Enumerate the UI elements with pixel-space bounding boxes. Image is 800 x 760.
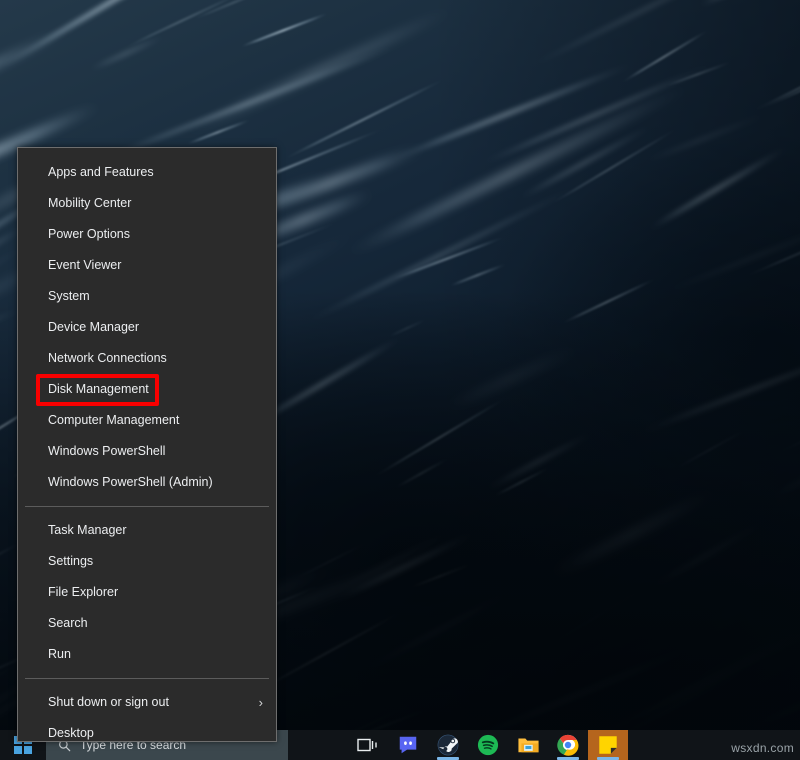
- taskbar-item-steam[interactable]: [428, 730, 468, 760]
- taskbar-item-file-explorer[interactable]: [508, 730, 548, 760]
- menu-item-mobility-center[interactable]: Mobility Center: [18, 188, 276, 219]
- taskbar-item-discord[interactable]: [388, 730, 428, 760]
- menu-item-windows-powershell-admin[interactable]: Windows PowerShell (Admin): [18, 467, 276, 498]
- discord-icon: [397, 734, 419, 756]
- site-watermark: wsxdn.com: [731, 741, 794, 755]
- menu-item-label: Settings: [48, 555, 93, 568]
- menu-item-label: Windows PowerShell (Admin): [48, 476, 213, 489]
- menu-item-search[interactable]: Search: [18, 608, 276, 639]
- menu-item-label: Network Connections: [48, 352, 167, 365]
- sticky-notes-icon: [597, 734, 619, 756]
- menu-item-label: Mobility Center: [48, 197, 131, 210]
- menu-item-label: Device Manager: [48, 321, 139, 334]
- menu-item-network-connections[interactable]: Network Connections: [18, 343, 276, 374]
- menu-item-label: Task Manager: [48, 524, 127, 537]
- steam-icon: [437, 734, 459, 756]
- menu-item-label: Windows PowerShell: [48, 445, 165, 458]
- taskbar-item-spotify[interactable]: [468, 730, 508, 760]
- taskbar-icon-strip: [348, 730, 628, 760]
- menu-item-shut-down-or-sign-out[interactable]: Shut down or sign out ›: [18, 687, 276, 718]
- desktop-screen: Type here to search: [0, 0, 800, 760]
- chrome-icon: [557, 734, 579, 756]
- taskbar-item-sticky-notes[interactable]: [588, 730, 628, 760]
- menu-item-system[interactable]: System: [18, 281, 276, 312]
- menu-item-file-explorer[interactable]: File Explorer: [18, 577, 276, 608]
- menu-item-task-manager[interactable]: Task Manager: [18, 515, 276, 546]
- menu-item-label: System: [48, 290, 90, 303]
- menu-separator-1: [25, 506, 269, 507]
- menu-item-power-options[interactable]: Power Options: [18, 219, 276, 250]
- menu-item-label: Run: [48, 648, 71, 661]
- taskbar-item-chrome[interactable]: [548, 730, 588, 760]
- task-view-icon: [357, 736, 379, 754]
- winx-power-user-menu[interactable]: Apps and Features Mobility Center Power …: [17, 147, 277, 742]
- menu-item-disk-management[interactable]: Disk Management: [18, 374, 276, 405]
- menu-item-settings[interactable]: Settings: [18, 546, 276, 577]
- menu-item-label: File Explorer: [48, 586, 118, 599]
- menu-item-label: Shut down or sign out: [48, 696, 169, 709]
- menu-item-device-manager[interactable]: Device Manager: [18, 312, 276, 343]
- chevron-right-icon: ›: [259, 696, 263, 709]
- file-explorer-icon: [517, 735, 540, 755]
- wallpaper-shadow-right: [432, 0, 800, 760]
- menu-item-label: Disk Management: [48, 383, 149, 396]
- menu-item-label: Power Options: [48, 228, 130, 241]
- menu-item-windows-powershell[interactable]: Windows PowerShell: [18, 436, 276, 467]
- menu-item-event-viewer[interactable]: Event Viewer: [18, 250, 276, 281]
- menu-item-label: Computer Management: [48, 414, 179, 427]
- menu-item-computer-management[interactable]: Computer Management: [18, 405, 276, 436]
- menu-separator-2: [25, 678, 269, 679]
- menu-item-label: Search: [48, 617, 88, 630]
- menu-item-label: Apps and Features: [48, 166, 154, 179]
- taskbar-item-task-view[interactable]: [348, 730, 388, 760]
- menu-item-run[interactable]: Run: [18, 639, 276, 670]
- menu-item-apps-and-features[interactable]: Apps and Features: [18, 157, 276, 188]
- menu-item-label: Desktop: [48, 727, 94, 740]
- menu-item-desktop[interactable]: Desktop: [18, 718, 276, 749]
- menu-item-label: Event Viewer: [48, 259, 121, 272]
- spotify-icon: [477, 734, 499, 756]
